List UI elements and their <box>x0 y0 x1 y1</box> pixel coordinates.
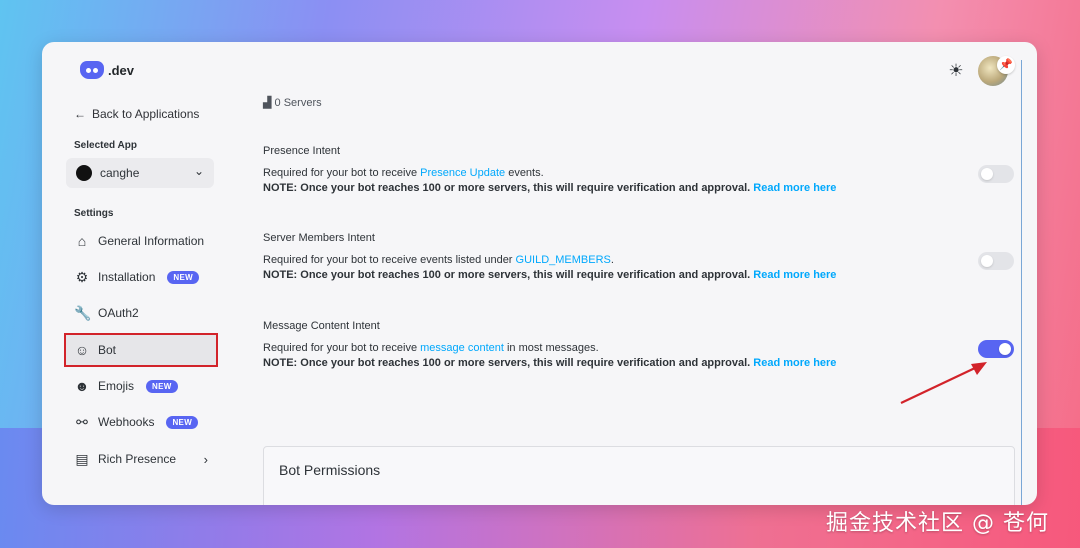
sidebar-item-label: Installation <box>98 270 156 284</box>
document-icon: ▤ <box>75 450 89 467</box>
desc-text: events. <box>505 167 544 179</box>
selected-app-heading: Selected App <box>74 140 137 151</box>
home-icon: ⌂ <box>77 233 87 249</box>
verification-note: NOTE: Once your bot reaches 100 or more … <box>263 269 751 281</box>
read-more-link[interactable]: Read more here <box>753 182 836 194</box>
presence-intent-title: Presence Intent <box>263 145 341 157</box>
sidebar-item-label: Rich Presence <box>98 452 177 466</box>
server-members-intent-title: Server Members Intent <box>263 232 375 244</box>
sidebar-item-emojis[interactable]: ☻ Emojis NEW <box>66 371 216 401</box>
back-label: Back to Applications <box>92 107 200 121</box>
desc-text: . <box>610 254 614 266</box>
new-badge: NEW <box>167 270 199 284</box>
verification-note: NOTE: Once your bot reaches 100 or more … <box>263 357 751 369</box>
sidebar-item-oauth2[interactable]: 🔧 OAuth2 <box>66 298 216 328</box>
sidebar-item-bot[interactable]: ☺ Bot <box>64 333 218 367</box>
watermark-text: 掘金技术社区 @ 苍何 <box>826 511 1049 536</box>
presence-update-link[interactable]: Presence Update <box>420 167 505 179</box>
app-window: .dev ☀ 📌 ← Back to Applications Selected… <box>42 42 1037 505</box>
webhook-icon: ⚯ <box>76 413 88 430</box>
verification-note: NOTE: Once your bot reaches 100 or more … <box>263 182 751 194</box>
bot-permissions-title: Bot Permissions <box>279 462 381 478</box>
sidebar-item-label: Emojis <box>98 379 135 393</box>
app-selector-dropdown[interactable]: canghe ⌄ <box>66 158 214 188</box>
bot-icon: ☺ <box>74 342 90 358</box>
presence-intent-toggle[interactable] <box>978 165 1014 183</box>
chevron-down-icon: ⌄ <box>193 164 204 178</box>
message-content-link[interactable]: message content <box>420 342 504 354</box>
discord-logo-icon <box>80 61 104 79</box>
message-content-intent-toggle[interactable] <box>978 340 1014 358</box>
guild-members-link[interactable]: GUILD_MEMBERS <box>516 254 611 266</box>
sidebar-item-label: Webhooks <box>98 415 155 429</box>
red-annotation-arrow <box>900 362 987 404</box>
new-badge: NEW <box>146 379 178 393</box>
gear-icon: ⚙ <box>75 268 89 285</box>
desc-text: in most messages. <box>503 342 599 354</box>
sidebar-item-rich-presence[interactable]: ▤ Rich Presence › <box>66 444 216 474</box>
app-avatar <box>76 165 92 181</box>
sidebar-item-label: OAuth2 <box>98 306 139 320</box>
bot-permissions-card: Bot Permissions <box>263 446 1015 505</box>
sidebar-item-installation[interactable]: ⚙ Installation NEW <box>66 262 216 292</box>
read-more-link[interactable]: Read more here <box>753 269 836 281</box>
scrollbar-divider <box>1021 60 1022 505</box>
desc-text: Required for your bot to receive <box>263 167 421 179</box>
message-content-intent-title: Message Content Intent <box>263 320 380 332</box>
sidebar-item-webhooks[interactable]: ⚯ Webhooks NEW <box>66 407 216 437</box>
desc-text: Required for your bot to receive <box>263 342 421 354</box>
wrench-icon: 🔧 <box>74 304 92 321</box>
settings-heading: Settings <box>74 208 114 219</box>
desc-text: Required for your bot to receive events … <box>263 254 516 266</box>
theme-toggle-sun-icon[interactable]: ☀ <box>947 62 965 80</box>
smile-icon: ☻ <box>74 378 90 394</box>
arrow-left-icon: ← <box>74 107 86 121</box>
sidebar-item-general-information[interactable]: ⌂ General Information <box>66 226 216 256</box>
sidebar-item-label: Bot <box>98 343 117 357</box>
server-members-intent-toggle[interactable] <box>978 252 1014 270</box>
server-members-intent-description: Required for your bot to receive events … <box>263 253 836 283</box>
discord-dev-logo[interactable]: .dev <box>80 61 134 79</box>
read-more-link[interactable]: Read more here <box>753 357 836 369</box>
server-count-text: 0 Servers <box>274 97 322 109</box>
logo-text: .dev <box>108 62 135 78</box>
chevron-right-icon: › <box>203 451 208 467</box>
message-content-intent-description: Required for your bot to receive message… <box>263 341 836 371</box>
servers-icon: ▟ <box>263 97 272 109</box>
presence-intent-description: Required for your bot to receive Presenc… <box>263 166 836 196</box>
new-badge: NEW <box>166 415 199 429</box>
back-to-applications-link[interactable]: ← Back to Applications <box>74 107 199 121</box>
pin-icon[interactable]: 📌 <box>997 56 1015 74</box>
sidebar-item-label: General Information <box>98 234 205 248</box>
server-count: ▟ 0 Servers <box>263 96 322 109</box>
app-name: canghe <box>100 166 140 180</box>
